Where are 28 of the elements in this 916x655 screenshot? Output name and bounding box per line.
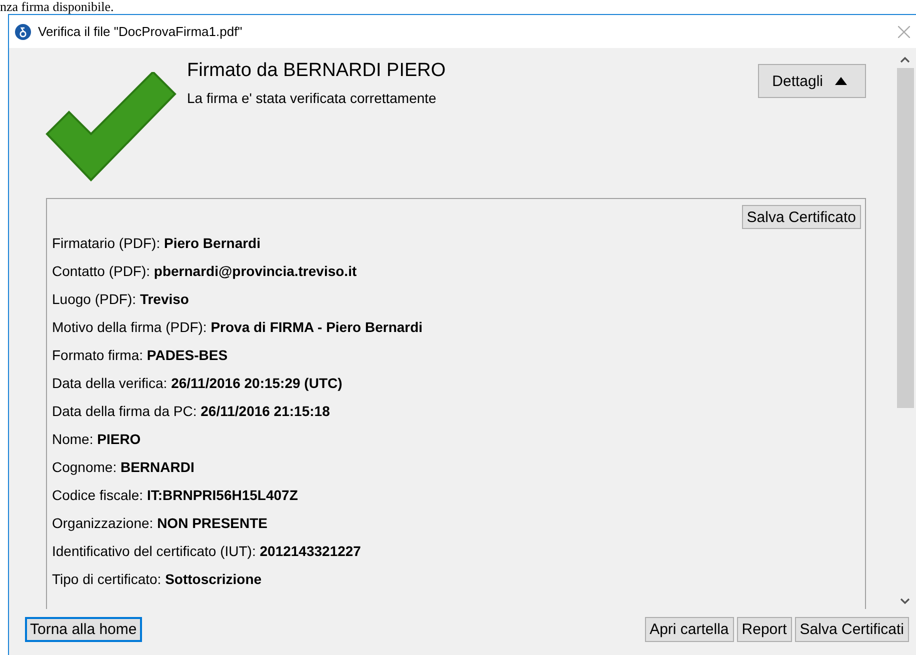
detail-field: Formato firma: PADES-BES [52,341,861,369]
detail-field: Organizzazione: NON PRESENTE [52,509,861,537]
detail-field: Data della verifica: 26/11/2016 20:15:29 (UTC) [52,369,861,397]
detail-field: Nome: PIERO [52,425,861,453]
detail-field: Identificativo del certificato (IUT): 2012143321227 [52,537,861,565]
detail-field: Tipo di certificato: Sottoscrizione [52,565,861,593]
app-logo-icon [15,24,31,40]
detail-field: Firmatario (PDF): Piero Bernardi [52,229,861,257]
footer-button[interactable]: Apri cartella [644,616,734,642]
scroll-down-icon[interactable] [900,597,910,605]
detail-field: Contatto (PDF): pbernardi@provincia.treviso.it [52,257,861,285]
detail-field: Luogo (PDF): Treviso [52,285,861,313]
signature-title: Firmato da BERNARDI PIERO [187,60,447,82]
home-button[interactable]: Torna alla home [25,616,142,642]
verification-message: La firma e' stata verificata correttamente [187,90,438,106]
footer-button[interactable]: Salva Certificati [794,616,909,642]
window-title: Verifica il file "DocProvaFirma1.pdf" [38,24,244,39]
up-triangle-icon [835,77,847,85]
save-certificate-button[interactable]: Salva Certificato [742,205,861,229]
detail-field: Motivo della firma (PDF): Prova di FIRMA - Piero Bernardi [52,313,861,341]
detail-field: Data della firma da PC: 26/11/2016 21:15:18 [52,397,861,425]
scroll-up-icon[interactable] [900,56,910,64]
detail-field: Codice fiscale: IT:BRNPRI56H15L407Z [52,481,861,509]
footer-button[interactable]: Report [736,616,792,642]
background-text: nza firma disponibile. [0,0,115,14]
detail-field: Cognome: BERNARDI [52,453,861,481]
checkmark-icon [45,72,177,182]
details-button[interactable]: Dettagli [758,64,866,98]
